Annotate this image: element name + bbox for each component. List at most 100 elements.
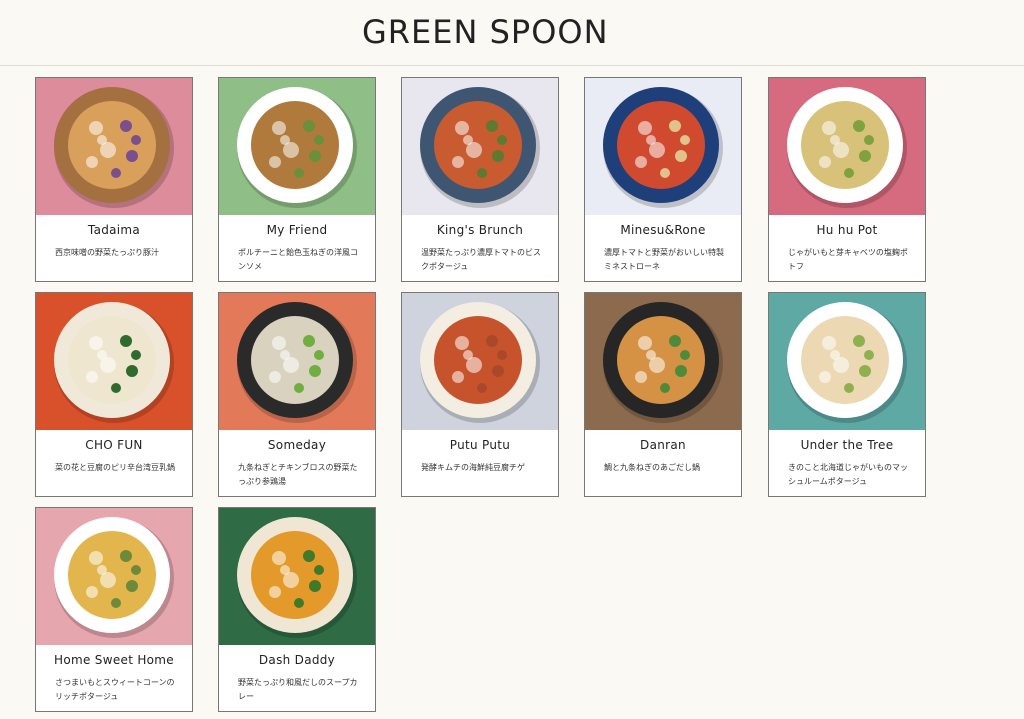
product-card[interactable]: Under the Tree きのこと北海道じゃがいものマッシュルームポタージュ xyxy=(768,292,926,497)
soup-ingredient xyxy=(638,121,652,135)
soup-ingredient xyxy=(294,168,304,178)
product-name: My Friend xyxy=(266,223,328,237)
product-card[interactable]: Danran 鯛と九条ねぎのあごだし鍋 xyxy=(584,292,742,497)
soup-ingredient xyxy=(89,121,103,135)
soup-ingredient xyxy=(492,150,504,162)
product-card[interactable]: CHO FUN 菜の花と豆腐のピリ辛台湾豆乳鍋 xyxy=(35,292,193,497)
product-card[interactable]: King's Brunch 温野菜たっぷり濃厚トマトのビスクポタージュ xyxy=(401,77,559,282)
site-header: GREEN SPOON xyxy=(0,0,1024,66)
product-name: CHO FUN xyxy=(85,438,143,452)
product-name: Someday xyxy=(267,438,327,452)
soup-ingredient xyxy=(269,156,281,168)
soup-ingredient xyxy=(477,168,487,178)
soup-ingredient xyxy=(822,121,836,135)
soup-ingredient xyxy=(669,120,681,132)
soup-ingredient xyxy=(126,150,138,162)
product-card[interactable]: Putu Putu 発酵キムチの海鮮純豆腐チゲ xyxy=(401,292,559,497)
soup-ingredient xyxy=(452,156,464,168)
product-photo xyxy=(219,293,375,430)
soup-ingredient xyxy=(303,120,315,132)
soup-ingredient xyxy=(131,565,141,575)
product-description: 菜の花と豆腐のピリ辛台湾豆乳鍋 xyxy=(55,463,175,472)
product-photo xyxy=(585,78,741,215)
soup-ingredient xyxy=(294,598,304,608)
soup-ingredient xyxy=(859,365,871,377)
soup-ingredient xyxy=(314,565,324,575)
soup-ingredient xyxy=(675,365,687,377)
soup-ingredient xyxy=(455,121,469,135)
soup-ingredient xyxy=(131,135,141,145)
product-card[interactable]: Hu hu Pot じゃがいもと芽キャベツの塩麹ポトフ xyxy=(768,77,926,282)
soup-ingredient xyxy=(669,335,681,347)
product-photo xyxy=(36,293,192,430)
brand-logo[interactable]: GREEN SPOON xyxy=(362,12,608,52)
product-photo xyxy=(585,293,741,430)
soup-ingredient xyxy=(120,120,132,132)
product-photo xyxy=(36,508,192,645)
soup-ingredient xyxy=(646,135,656,145)
soup-ingredient xyxy=(859,150,871,162)
product-description: じゃがいもと芽キャベツの塩麹ポトフ xyxy=(788,248,908,271)
product-photo xyxy=(219,508,375,645)
soup-ingredient xyxy=(111,383,121,393)
product-description: さつまいもとスウィートコーンのリッチポタージュ xyxy=(55,678,175,701)
soup-ingredient xyxy=(477,383,487,393)
soup-ingredient xyxy=(660,168,670,178)
soup-ingredient xyxy=(280,350,290,360)
product-card[interactable]: Dash Daddy 野菜たっぷり和風だしのスープカレー xyxy=(218,507,376,712)
soup-ingredient xyxy=(86,371,98,383)
soup-ingredient xyxy=(294,383,304,393)
product-photo xyxy=(36,78,192,215)
soup-ingredient xyxy=(864,350,874,360)
soup-ingredient xyxy=(660,383,670,393)
soup-ingredient xyxy=(844,168,854,178)
product-card[interactable]: My Friend ポルチーニと飴色玉ねぎの洋風コンソメ xyxy=(218,77,376,282)
soup-ingredient xyxy=(309,150,321,162)
product-card[interactable]: Tadaima 西京味噌の野菜たっぷり豚汁 xyxy=(35,77,193,282)
soup-ingredient xyxy=(269,586,281,598)
product-description: 野菜たっぷり和風だしのスープカレー xyxy=(238,678,358,701)
soup-ingredient xyxy=(111,598,121,608)
soup-ingredient xyxy=(309,580,321,592)
soup-ingredient xyxy=(844,383,854,393)
product-description: ポルチーニと飴色玉ねぎの洋風コンソメ xyxy=(238,248,358,271)
product-name: Dash Daddy xyxy=(258,653,336,667)
soup-ingredient xyxy=(853,120,865,132)
soup-ingredient xyxy=(86,156,98,168)
product-card[interactable]: Home Sweet Home さつまいもとスウィートコーンのリッチポタージュ xyxy=(35,507,193,712)
soup-ingredient xyxy=(272,121,286,135)
soup-ingredient xyxy=(819,156,831,168)
soup-ingredient xyxy=(126,580,138,592)
product-photo xyxy=(769,293,925,430)
soup-ingredient xyxy=(635,371,647,383)
soup-ingredient xyxy=(280,565,290,575)
soup-ingredient xyxy=(822,336,836,350)
soup-ingredient xyxy=(680,135,690,145)
product-photo xyxy=(402,293,558,430)
product-card[interactable]: Minesu&Rone 濃厚トマトと野菜がおいしい特製ミネストローネ xyxy=(584,77,742,282)
soup-ingredient xyxy=(131,350,141,360)
product-name: Under the Tree xyxy=(800,438,894,452)
soup-ingredient xyxy=(272,336,286,350)
product-card[interactable]: Someday 九条ねぎとチキンブロスの野菜たっぷり参鶏湯 xyxy=(218,292,376,497)
soup-ingredient xyxy=(819,371,831,383)
soup-ingredient xyxy=(111,168,121,178)
soup-ingredient xyxy=(269,371,281,383)
product-description: 温野菜たっぷり濃厚トマトのビスクポタージュ xyxy=(421,248,541,271)
soup-ingredient xyxy=(675,150,687,162)
product-name: King's Brunch xyxy=(436,223,524,237)
soup-ingredient xyxy=(303,550,315,562)
soup-ingredient xyxy=(486,120,498,132)
product-name: Danran xyxy=(640,438,686,452)
product-name: Hu hu Pot xyxy=(816,223,878,237)
soup-ingredient xyxy=(120,550,132,562)
soup-ingredient xyxy=(120,335,132,347)
soup-ingredient xyxy=(638,336,652,350)
soup-ingredient xyxy=(89,551,103,565)
soup-ingredient xyxy=(97,350,107,360)
soup-ingredient xyxy=(97,135,107,145)
product-description: 鯛と九条ねぎのあごだし鍋 xyxy=(604,463,700,472)
soup-ingredient xyxy=(680,350,690,360)
soup-ingredient xyxy=(314,350,324,360)
product-photo xyxy=(219,78,375,215)
